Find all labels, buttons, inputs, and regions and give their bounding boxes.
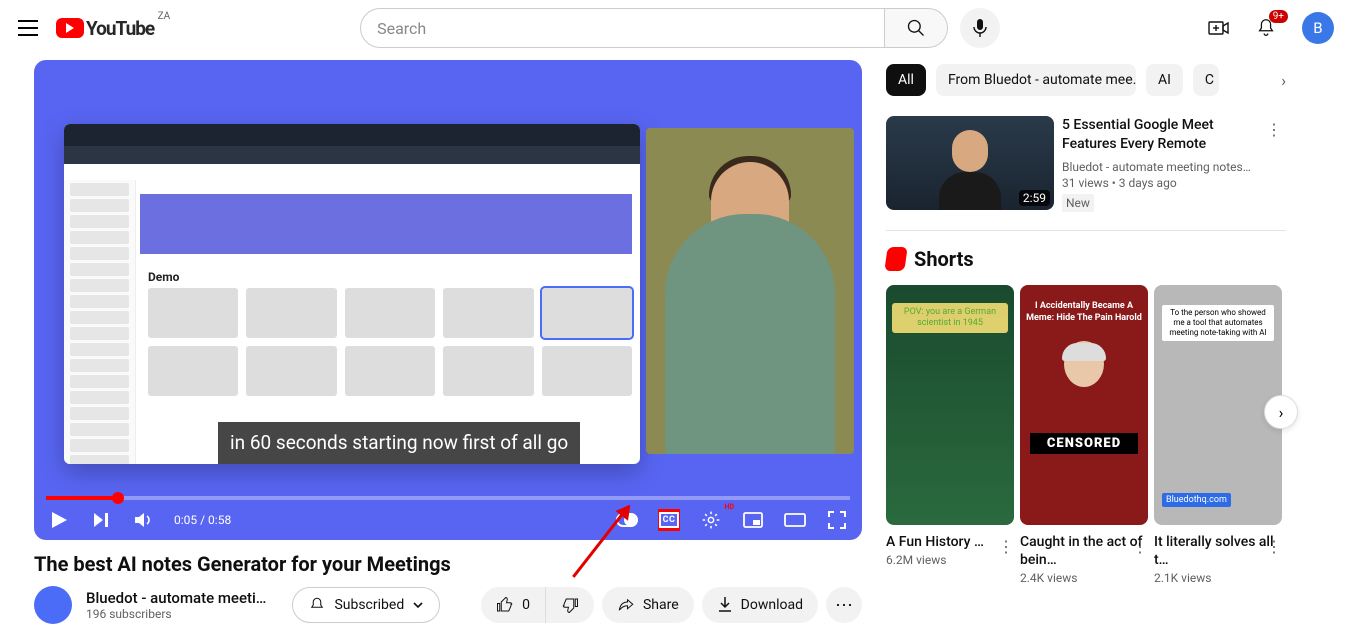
- video-title: The best AI notes Generator for your Mee…: [34, 552, 862, 576]
- menu-icon[interactable]: [16, 16, 40, 40]
- notifications-button[interactable]: 9+: [1254, 16, 1278, 40]
- short-views: 6.2M views: [886, 553, 1014, 567]
- search-button[interactable]: [884, 8, 948, 48]
- voice-search-button[interactable]: [960, 8, 1000, 48]
- recommendation-item[interactable]: 5 Essential Google Meet Features Every R…: [886, 116, 1286, 231]
- brand-text: YouTube: [86, 17, 154, 40]
- download-button[interactable]: Download: [702, 587, 818, 623]
- rec-more-button[interactable]: ⋮: [1262, 116, 1286, 212]
- short-item[interactable]: I Accidentally Became A Meme: Hide The P…: [1020, 285, 1148, 585]
- video-content-presenter: [646, 128, 854, 454]
- video-player[interactable]: Demo in 60 seconds starting now first of…: [34, 60, 862, 540]
- gear-icon: [701, 510, 721, 530]
- shorts-header: Shorts: [886, 247, 1286, 271]
- shorts-next-button[interactable]: ›: [1264, 395, 1298, 429]
- chips-next[interactable]: ›: [1281, 71, 1286, 90]
- filter-chips: All From Bluedot - automate mee… AI C ›: [886, 64, 1286, 96]
- subscribed-button[interactable]: Subscribed: [292, 587, 440, 623]
- rec-meta: 31 views • 3 days ago: [1062, 176, 1254, 190]
- short-more-button[interactable]: ⋮: [998, 537, 1014, 556]
- miniplayer-button[interactable]: [742, 509, 764, 531]
- search-icon: [906, 18, 926, 38]
- create-icon: [1206, 16, 1230, 40]
- short-title: A Fun History …: [886, 533, 1014, 551]
- dislike-button[interactable]: [546, 587, 594, 623]
- share-button[interactable]: Share: [602, 587, 694, 623]
- notif-badge: 9+: [1269, 10, 1288, 23]
- new-badge: New: [1062, 194, 1094, 212]
- youtube-logo[interactable]: YouTube ZA: [56, 17, 154, 40]
- next-button[interactable]: [90, 509, 112, 531]
- channel-avatar[interactable]: [34, 586, 72, 624]
- chevron-down-icon: [412, 599, 424, 611]
- shorts-icon: [884, 247, 907, 271]
- chip-from-channel[interactable]: From Bluedot - automate mee…: [936, 64, 1136, 96]
- play-button[interactable]: [48, 509, 70, 531]
- video-content-app: Demo: [64, 124, 640, 464]
- chip-all[interactable]: All: [886, 64, 926, 96]
- bell-icon: [308, 596, 326, 614]
- rec-thumbnail[interactable]: [886, 116, 1054, 210]
- player-controls: 0:05 / 0:58 CC: [34, 500, 862, 540]
- settings-button[interactable]: [700, 509, 722, 531]
- download-icon: [717, 596, 733, 614]
- captions-button[interactable]: CC: [658, 509, 680, 531]
- short-views: 2.4K views: [1020, 571, 1148, 585]
- more-actions-button[interactable]: ⋯: [826, 587, 862, 623]
- short-title: It literally solves all t…: [1154, 533, 1282, 569]
- chip-ai[interactable]: AI: [1146, 64, 1183, 96]
- fullscreen-button[interactable]: [826, 509, 848, 531]
- demo-label: Demo: [148, 270, 179, 284]
- search-input[interactable]: Search: [360, 8, 884, 48]
- volume-button[interactable]: [132, 509, 154, 531]
- search-box: Search: [360, 8, 948, 48]
- short-views: 2.1K views: [1154, 571, 1282, 585]
- short-item[interactable]: POV: you are a German scientist in 1945 …: [886, 285, 1014, 585]
- header: YouTube ZA Search 9+ B: [0, 0, 1350, 56]
- thumb-down-icon: [561, 596, 579, 614]
- short-title: Caught in the act of bein…: [1020, 533, 1148, 569]
- closed-caption-text: in 60 seconds starting now first of all …: [218, 422, 580, 464]
- channel-name[interactable]: Bluedot - automate meeti…: [86, 589, 266, 607]
- mic-icon: [972, 18, 988, 38]
- time-display: 0:05 / 0:58: [174, 513, 231, 527]
- chip-more[interactable]: C: [1193, 64, 1219, 96]
- rec-channel[interactable]: Bluedot - automate meeting notes w…: [1062, 160, 1252, 174]
- account-avatar[interactable]: B: [1302, 12, 1334, 44]
- subscriber-count: 196 subscribers: [86, 607, 266, 621]
- short-more-button[interactable]: ⋮: [1266, 537, 1282, 556]
- short-item[interactable]: To the person who showed me a tool that …: [1154, 285, 1282, 585]
- theater-button[interactable]: [784, 509, 806, 531]
- create-button[interactable]: [1206, 16, 1230, 40]
- country-code: ZA: [158, 11, 171, 22]
- share-icon: [617, 596, 635, 614]
- shorts-label: Shorts: [914, 247, 974, 271]
- like-button[interactable]: 0: [481, 587, 546, 623]
- short-more-button[interactable]: ⋮: [1132, 537, 1148, 556]
- rec-title: 5 Essential Google Meet Features Every R…: [1062, 116, 1254, 156]
- thumb-up-icon: [496, 596, 514, 614]
